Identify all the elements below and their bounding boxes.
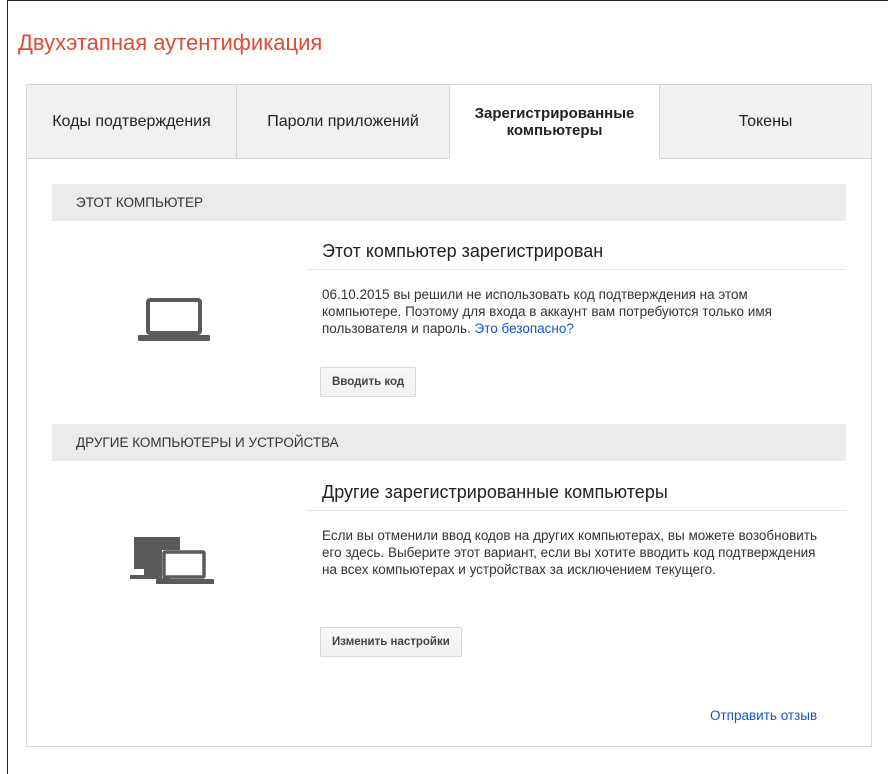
send-feedback-link[interactable]: Отправить отзыв [710, 708, 817, 723]
tab-registered-computers[interactable]: Зарегистрированные компьютеры [449, 85, 660, 160]
change-settings-button[interactable]: Изменить настройки [320, 627, 462, 657]
panel-top-border [660, 158, 872, 159]
section-header-other-computers: ДРУГИЕ КОМПЬЮТЕРЫ И УСТРОЙСТВА [52, 424, 846, 461]
other-computers-title: Другие зарегистрированные компьютеры [322, 482, 668, 502]
this-computer-description: 06.10.2015 вы решили не использовать код… [322, 286, 822, 337]
tab-app-passwords[interactable]: Пароли приложений [237, 85, 450, 159]
panel-top-border [26, 158, 449, 159]
divider [307, 269, 846, 270]
laptop-icon [138, 298, 210, 341]
section-header-this-computer: ЭТОТ КОМПЬЮТЕР [52, 184, 846, 221]
is-it-safe-link[interactable]: Это безопасно? [475, 321, 574, 336]
tab-tokens[interactable]: Токены [660, 85, 871, 159]
divider [307, 510, 846, 511]
enter-code-button[interactable]: Вводить код [320, 367, 417, 397]
tab-verification-codes[interactable]: Коды подтверждения [27, 85, 237, 159]
devices-icon [130, 537, 214, 584]
other-computers-description: Если вы отменили ввод кодов на других ко… [322, 528, 818, 577]
this-computer-title: Этот компьютер зарегистрирован [322, 241, 604, 261]
page-title: Двухэтапная аутентификация [18, 30, 323, 55]
tab-bar: Коды подтверждения Пароли приложений Зар… [26, 84, 872, 160]
